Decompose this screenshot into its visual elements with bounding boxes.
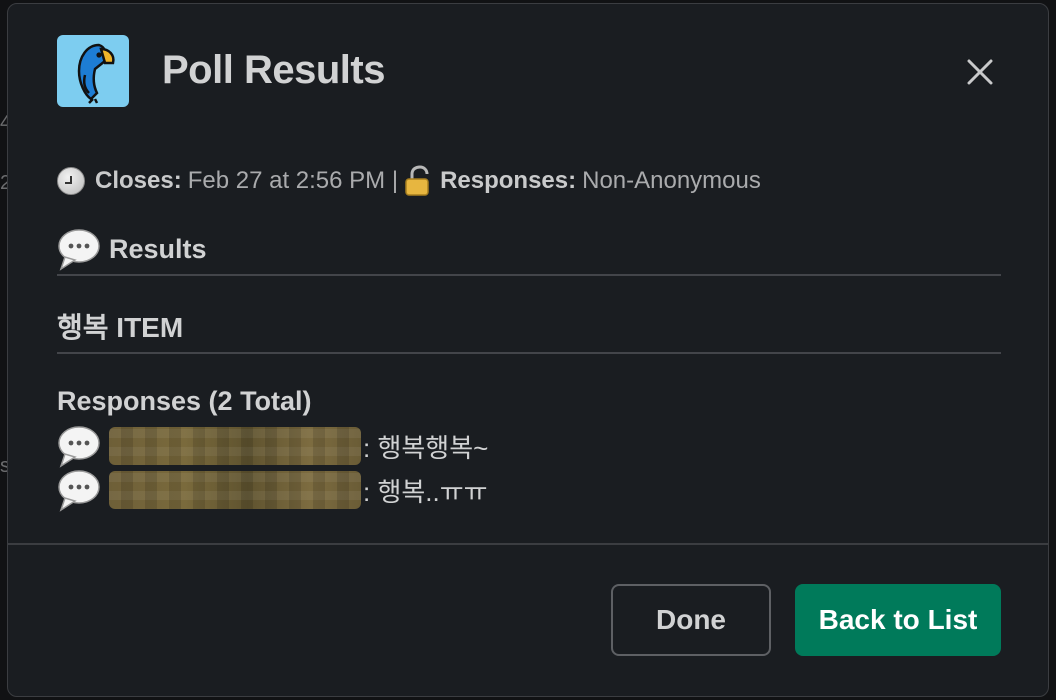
responses-title: Responses (2 Total)	[57, 386, 312, 416]
footer-divider	[8, 543, 1048, 545]
results-heading: Results	[57, 224, 207, 274]
results-label: Results	[109, 233, 207, 264]
poll-meta: Closes: Feb 27 at 2:56 PM | Responses: N…	[57, 165, 761, 196]
response-text: : 행복..ㅠㅠ	[363, 476, 488, 507]
responses-label: Responses:	[440, 167, 577, 194]
close-icon	[967, 59, 993, 85]
closes-value: Feb 27 at 2:56 PM |	[187, 167, 399, 194]
speech-balloon-icon	[58, 229, 100, 271]
divider	[57, 274, 1001, 276]
response-text: : 행복행복~	[363, 432, 489, 463]
poll-results-modal: Poll Results Closes: Feb 27 at 2:56 PM |…	[7, 3, 1049, 697]
divider	[57, 352, 1001, 354]
redacted-username[interactable]	[109, 471, 361, 509]
close-button[interactable]	[960, 52, 1000, 92]
closes-label: Closes:	[95, 167, 182, 194]
poll-item-title: 행복 ITEM	[57, 312, 184, 343]
speech-balloon-icon	[58, 426, 100, 468]
back-to-list-button[interactable]: Back to List	[795, 584, 1001, 656]
modal-title: Poll Results	[162, 48, 385, 92]
response-row: : 행복행복~	[57, 424, 488, 468]
parrot-app-icon	[57, 35, 129, 107]
speech-balloon-icon	[58, 470, 100, 512]
responses-visibility: Non-Anonymous	[582, 167, 761, 194]
unlock-icon	[405, 165, 429, 196]
done-button[interactable]: Done	[611, 584, 771, 656]
modal-header: Poll Results	[8, 4, 1048, 139]
redacted-username[interactable]	[109, 427, 361, 465]
response-row: : 행복..ㅠㅠ	[57, 468, 488, 512]
clock-icon	[57, 167, 85, 195]
